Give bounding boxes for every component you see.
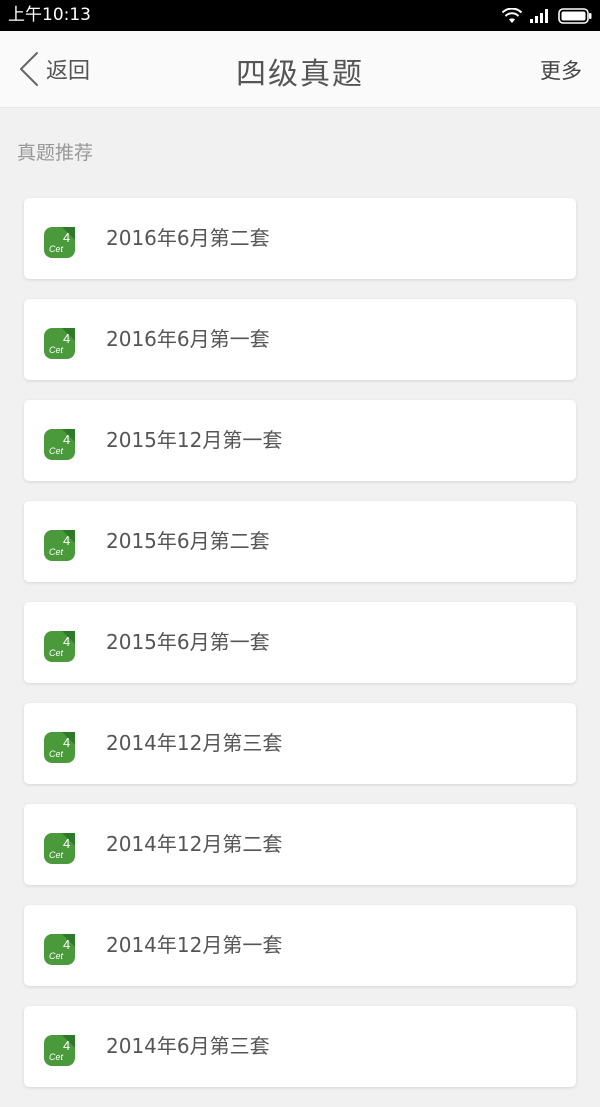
list-item[interactable]: 4 Cet 2016年6月第一套 — [24, 299, 576, 380]
svg-text:Cet: Cet — [49, 951, 64, 961]
more-button[interactable]: 更多 — [540, 55, 582, 85]
list-item[interactable]: 4 Cet 2014年12月第二套 — [24, 804, 576, 885]
signal-icon — [530, 9, 548, 23]
battery-icon — [558, 8, 592, 24]
list-item-label: 2014年6月第三套 — [106, 1034, 270, 1058]
cet4-icon: 4 Cet — [44, 631, 75, 662]
svg-text:4: 4 — [63, 836, 70, 851]
svg-text:4: 4 — [63, 634, 70, 649]
back-button[interactable]: 返回 — [18, 51, 90, 87]
svg-text:4: 4 — [63, 735, 70, 750]
list-item-label: 2015年12月第一套 — [106, 428, 283, 452]
list-item-label: 2014年12月第一套 — [106, 933, 283, 957]
status-time: 上午10:13 — [8, 5, 91, 25]
list-item[interactable]: 4 Cet 2015年6月第二套 — [24, 501, 576, 582]
list-item[interactable]: 4 Cet 2014年12月第一套 — [24, 905, 576, 986]
svg-text:Cet: Cet — [49, 749, 64, 759]
cet4-icon: 4 Cet — [44, 227, 75, 258]
list-item[interactable]: 4 Cet 2015年6月第一套 — [24, 602, 576, 683]
svg-text:Cet: Cet — [49, 547, 64, 557]
svg-text:Cet: Cet — [49, 244, 64, 254]
svg-text:Cet: Cet — [49, 446, 64, 456]
svg-text:4: 4 — [63, 1038, 70, 1053]
list-item-label: 2014年12月第三套 — [106, 731, 283, 755]
wifi-icon — [502, 8, 522, 23]
list-item-label: 2015年6月第一套 — [106, 630, 270, 654]
list-item[interactable]: 4 Cet 2014年6月第三套 — [24, 1006, 576, 1087]
svg-text:4: 4 — [63, 937, 70, 952]
exam-list: 4 Cet 2016年6月第二套 4 Cet 2016年6月第一套 4 Cet … — [24, 198, 576, 1107]
cet4-icon: 4 Cet — [44, 328, 75, 359]
header: 返回 四级真题 更多 — [0, 31, 600, 108]
svg-text:4: 4 — [63, 230, 70, 245]
status-bar: 上午10:13 — [0, 0, 600, 31]
svg-text:4: 4 — [63, 432, 70, 447]
cet4-icon: 4 Cet — [44, 530, 75, 561]
back-label: 返回 — [46, 59, 91, 84]
svg-text:Cet: Cet — [49, 850, 64, 860]
svg-text:Cet: Cet — [49, 345, 64, 355]
list-item-label: 2015年6月第二套 — [106, 529, 270, 553]
cet4-icon: 4 Cet — [44, 833, 75, 864]
chevron-left-icon — [20, 52, 38, 86]
cet4-icon: 4 Cet — [44, 1035, 75, 1066]
svg-text:4: 4 — [63, 331, 70, 346]
cet4-icon: 4 Cet — [44, 732, 75, 763]
section-title: 真题推荐 — [17, 142, 94, 164]
cet4-icon: 4 Cet — [44, 934, 75, 965]
svg-text:Cet: Cet — [49, 1052, 64, 1062]
status-icons — [502, 6, 592, 26]
list-item-label: 2014年12月第二套 — [106, 832, 283, 856]
svg-text:Cet: Cet — [49, 648, 64, 658]
svg-text:4: 4 — [63, 533, 70, 548]
list-item-label: 2016年6月第二套 — [106, 226, 270, 250]
list-item-label: 2016年6月第一套 — [106, 327, 270, 351]
list-item[interactable]: 4 Cet 2016年6月第二套 — [24, 198, 576, 279]
cet4-icon: 4 Cet — [44, 429, 75, 460]
list-item[interactable]: 4 Cet 2014年12月第三套 — [24, 703, 576, 784]
list-item[interactable]: 4 Cet 2015年12月第一套 — [24, 400, 576, 481]
